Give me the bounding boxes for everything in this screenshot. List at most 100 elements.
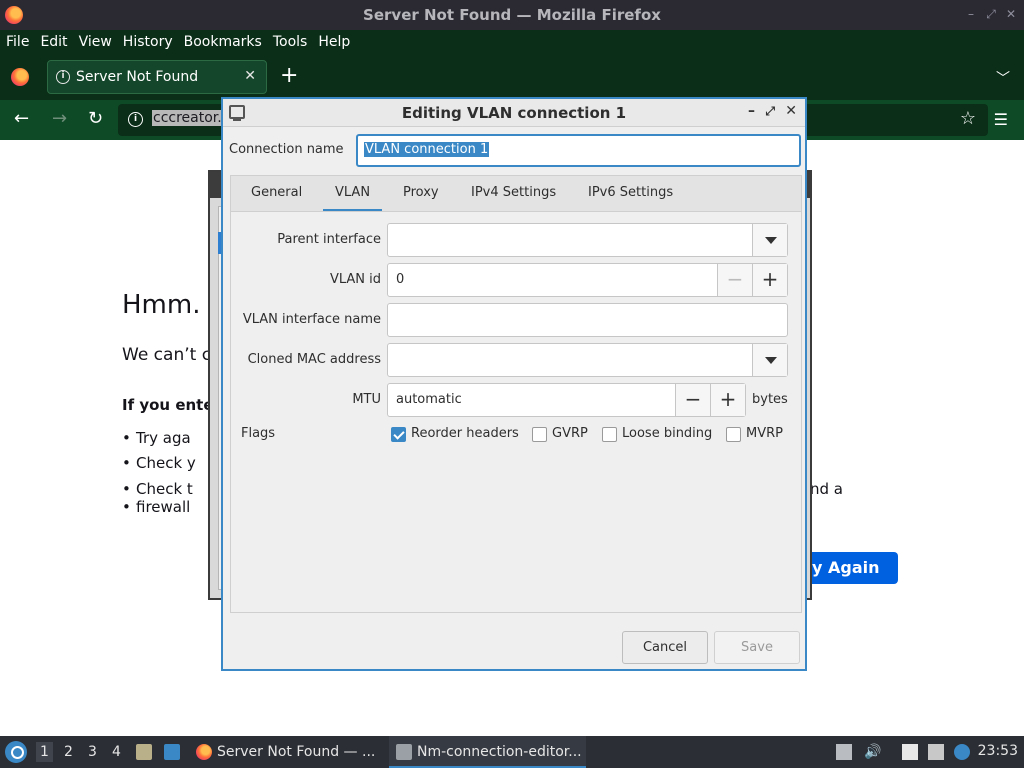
start-menu-icon[interactable] <box>5 741 27 763</box>
taskbar-item-label: Nm-connection-editor... <box>417 744 582 760</box>
info-icon: i <box>56 70 70 84</box>
tab-label: Server Not Found <box>76 69 199 85</box>
vlan-id-label: VLAN id <box>329 272 381 287</box>
firefox-view-icon[interactable] <box>11 68 29 86</box>
mtu-value: automatic <box>396 392 462 407</box>
maximize-icon[interactable]: ⤢ <box>984 7 998 21</box>
menu-icon[interactable]: ☰ <box>994 110 1008 129</box>
connection-name-input[interactable]: VLAN connection 1 <box>356 134 801 167</box>
taskbar: 1 2 3 4 Server Not Found — ... Nm-connec… <box>0 736 1024 768</box>
tab-server-not-found[interactable]: i Server Not Found ✕ <box>47 60 267 94</box>
dialog-title: Editing VLAN connection 1 <box>401 104 627 122</box>
network-icon <box>396 744 412 760</box>
reload-icon[interactable]: ↻ <box>88 109 103 129</box>
decrement-icon[interactable]: − <box>717 264 752 296</box>
list-item: Try aga <box>122 429 191 447</box>
save-button[interactable]: Save <box>714 631 800 664</box>
minimize-icon[interactable]: – <box>964 7 978 21</box>
mvrp-label[interactable]: MVRP <box>746 426 783 441</box>
menu-file[interactable]: File <box>6 34 29 50</box>
maximize-icon[interactable]: ⤢ <box>765 104 775 119</box>
gvrp-checkbox[interactable] <box>532 427 547 442</box>
workspace-1[interactable]: 1 <box>36 742 53 762</box>
taskbar-item-nm-editor[interactable]: Nm-connection-editor... <box>389 736 586 768</box>
vlan-interface-name-label: VLAN interface name <box>242 312 381 327</box>
tab-bar: i Server Not Found ✕ + ﹀ <box>0 54 1024 100</box>
network-status-icon[interactable] <box>928 744 944 760</box>
error-bold-line: If you ente <box>122 396 214 414</box>
gvrp-label[interactable]: GVRP <box>552 426 588 441</box>
close-icon[interactable]: ✕ <box>1004 7 1018 21</box>
minimize-icon[interactable]: – <box>748 103 755 119</box>
tab-ipv4-settings[interactable]: IPv4 Settings <box>471 185 556 200</box>
close-icon[interactable]: ✕ <box>785 103 797 119</box>
list-item-continuation: firewall <box>122 498 190 516</box>
url-text[interactable]: cccreator. <box>152 110 223 126</box>
chevron-down-icon[interactable] <box>752 344 787 376</box>
parent-interface-combo[interactable] <box>387 223 788 257</box>
menu-tools[interactable]: Tools <box>273 34 308 50</box>
menu-help[interactable]: Help <box>318 34 350 50</box>
parent-interface-label: Parent interface <box>277 232 381 247</box>
workspace-3[interactable]: 3 <box>88 744 97 760</box>
workspace-2[interactable]: 2 <box>64 744 73 760</box>
site-info-icon[interactable]: i <box>128 112 143 127</box>
edit-vlan-dialog: Editing VLAN connection 1 – ⤢ ✕ Connecti… <box>221 97 807 671</box>
cloned-mac-combo[interactable] <box>387 343 788 377</box>
notification-icon[interactable] <box>954 744 970 760</box>
vlan-interface-name-input[interactable] <box>387 303 788 337</box>
chevron-down-icon[interactable] <box>752 224 787 256</box>
vlan-id-spinner[interactable]: 0 − + <box>387 263 788 297</box>
tab-proxy[interactable]: Proxy <box>403 185 439 200</box>
menu-history[interactable]: History <box>123 34 173 50</box>
window-title: Server Not Found — Mozilla Firefox <box>363 6 661 24</box>
connection-name-label: Connection name <box>229 142 344 157</box>
tab-close-icon[interactable]: ✕ <box>244 68 256 84</box>
tab-strip: General VLAN Proxy IPv4 Settings IPv6 Se… <box>230 175 802 212</box>
forward-icon[interactable]: → <box>52 109 67 129</box>
error-text-tail: nd a <box>810 480 843 498</box>
taskbar-item-firefox[interactable]: Server Not Found — ... <box>217 736 375 768</box>
list-tabs-icon[interactable]: ﹀ <box>996 68 1010 88</box>
mtu-label: MTU <box>352 392 381 407</box>
reorder-headers-label[interactable]: Reorder headers <box>411 426 519 441</box>
mvrp-checkbox[interactable] <box>726 427 741 442</box>
firefox-icon <box>196 744 212 760</box>
firefox-titlebar: Server Not Found — Mozilla Firefox – ⤢ ✕ <box>0 0 1024 30</box>
workspace-4[interactable]: 4 <box>112 744 121 760</box>
clipboard-icon[interactable] <box>902 744 918 760</box>
file-manager-icon[interactable] <box>136 744 152 760</box>
menu-bookmarks[interactable]: Bookmarks <box>184 34 262 50</box>
new-tab-button[interactable]: + <box>280 65 298 87</box>
decrement-icon[interactable]: − <box>675 384 710 416</box>
back-icon[interactable]: ← <box>14 109 29 129</box>
increment-icon[interactable]: + <box>710 384 745 416</box>
volume-icon[interactable]: 🔊 <box>864 744 881 760</box>
dialog-titlebar: Editing VLAN connection 1 – ⤢ ✕ <box>223 99 805 127</box>
bookmark-star-icon[interactable]: ☆ <box>960 108 976 129</box>
reorder-headers-checkbox[interactable] <box>391 427 406 442</box>
mtu-unit: bytes <box>752 392 788 407</box>
increment-icon[interactable]: + <box>752 264 787 296</box>
loose-binding-label[interactable]: Loose binding <box>622 426 712 441</box>
desktop-icon[interactable] <box>164 744 180 760</box>
error-heading: Hmm. <box>122 290 201 320</box>
menu-view[interactable]: View <box>79 34 112 50</box>
tab-vlan[interactable]: VLAN <box>322 185 383 212</box>
cloned-mac-label: Cloned MAC address <box>247 352 381 367</box>
list-item: Check y <box>122 454 196 472</box>
cancel-button[interactable]: Cancel <box>622 631 708 664</box>
menu-edit[interactable]: Edit <box>40 34 67 50</box>
upload-icon[interactable] <box>836 744 852 760</box>
tab-ipv6-settings[interactable]: IPv6 Settings <box>588 185 673 200</box>
clock: 23:53 <box>977 743 1018 759</box>
mtu-spinner[interactable]: automatic − + <box>387 383 746 417</box>
connection-name-value: VLAN connection 1 <box>364 142 490 157</box>
list-item: Check t <box>122 480 193 498</box>
error-message: We can’t c <box>122 345 212 365</box>
tab-general[interactable]: General <box>251 185 302 200</box>
vlan-id-value: 0 <box>396 272 405 287</box>
menubar: File Edit View History Bookmarks Tools H… <box>0 30 1024 54</box>
flags-label: Flags <box>241 426 276 441</box>
loose-binding-checkbox[interactable] <box>602 427 617 442</box>
